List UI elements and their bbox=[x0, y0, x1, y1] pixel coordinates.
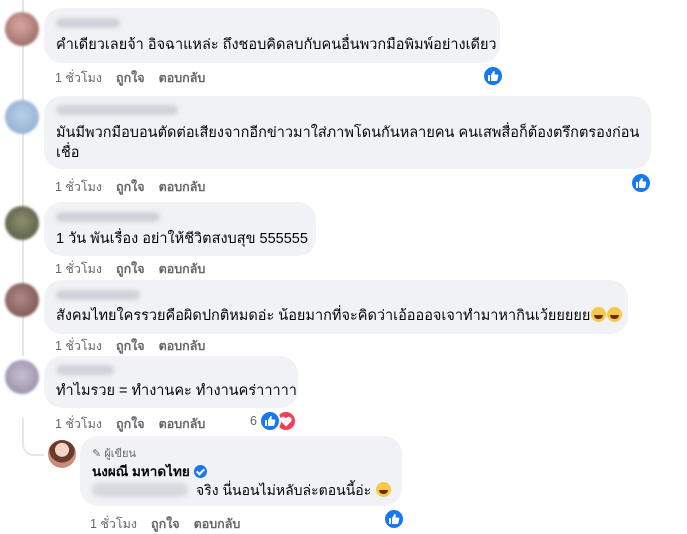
pencil-icon: ✎ bbox=[92, 448, 102, 460]
comment-text: เชื่อ bbox=[56, 145, 80, 161]
tagged-name-blurred[interactable] bbox=[92, 483, 188, 497]
comment-actions: 1 ชั่วโมง ถูกใจ ตอบกลับ bbox=[55, 414, 219, 434]
avatar[interactable] bbox=[5, 283, 39, 317]
comment-text: คำเดียวเลยจ้า อิจฉาแหล่ะ ถึงชอบคิดลบกับค… bbox=[56, 37, 497, 53]
avatar[interactable] bbox=[5, 206, 39, 240]
like-button[interactable]: ถูกใจ bbox=[116, 71, 145, 85]
like-button[interactable]: ถูกใจ bbox=[151, 517, 180, 531]
grinning-squinting-emoji bbox=[607, 307, 623, 322]
reply-text: จริง นี่นอนไม่หลับล่ะตอนนี้อ่ะ bbox=[92, 479, 392, 501]
comment-text: ทำไมรวย = ทำงานคะ ทำงานคร่าาาาา bbox=[56, 383, 297, 399]
comment-bubble: 1 วัน พันเรื่อง อย่าให้ชีวิตสงบสุข 55555… bbox=[44, 202, 316, 256]
author-name-blurred[interactable] bbox=[56, 365, 114, 375]
like-button[interactable]: ถูกใจ bbox=[116, 262, 145, 276]
reaction-count[interactable]: 6 bbox=[250, 414, 257, 428]
author-name-blurred[interactable] bbox=[56, 212, 160, 222]
reply-bubble: ✎ ผู้เขียน นงผณี มหาดไทย จริง นี่นอนไม่ห… bbox=[80, 436, 402, 506]
like-icon[interactable] bbox=[259, 410, 281, 432]
author-badge-label: ผู้เขียน bbox=[104, 448, 136, 460]
comment-bubble: คำเดียวเลยจ้า อิจฉาแหล่ะ ถึงชอบคิดลบกับค… bbox=[44, 8, 500, 63]
reply-actions: 1 ชั่วโมง ถูกใจ ตอบกลับ bbox=[90, 514, 254, 534]
comment-text: สังคมไทยใครรวยคือผิดปกติหมดอ่ะ น้อยมากที… bbox=[56, 305, 623, 327]
verified-badge-icon bbox=[193, 465, 207, 478]
comment-bubble: สังคมไทยใครรวยคือผิดปกติหมดอ่ะ น้อยมากที… bbox=[44, 280, 628, 334]
reply-button[interactable]: ตอบกลับ bbox=[159, 180, 206, 194]
comment-text: 1 วัน พันเรื่อง อย่าให้ชีวิตสงบสุข 55555… bbox=[56, 231, 308, 247]
avatar[interactable] bbox=[5, 100, 39, 134]
comment-actions: 1 ชั่วโมง ถูกใจ ตอบกลับ bbox=[55, 336, 219, 356]
author-avatar[interactable] bbox=[48, 440, 76, 468]
avatar[interactable] bbox=[5, 360, 39, 394]
grinning-squinting-emoji bbox=[591, 307, 607, 322]
like-button[interactable]: ถูกใจ bbox=[116, 339, 145, 353]
reply-button[interactable]: ตอบกลับ bbox=[159, 417, 206, 431]
avatar[interactable] bbox=[5, 12, 39, 46]
reply-button[interactable]: ตอบกลับ bbox=[194, 517, 241, 531]
comment-time[interactable]: 1 ชั่วโมง bbox=[55, 262, 102, 276]
like-button[interactable]: ถูกใจ bbox=[116, 417, 145, 431]
comment-time[interactable]: 1 ชั่วโมง bbox=[55, 180, 102, 194]
comment-bubble: ทำไมรวย = ทำงานคะ ทำงานคร่าาาาา bbox=[44, 356, 298, 408]
like-button[interactable]: ถูกใจ bbox=[116, 180, 145, 194]
author-name-blurred[interactable] bbox=[56, 105, 178, 115]
comment-time[interactable]: 1 ชั่วโมง bbox=[55, 417, 102, 431]
comment-time[interactable]: 1 ชั่วโมง bbox=[55, 339, 102, 353]
reply-text-content: จริง นี่นอนไม่หลับล่ะตอนนี้อ่ะ bbox=[196, 482, 372, 498]
comment-actions: 1 ชั่วโมง ถูกใจ ตอบกลับ bbox=[55, 259, 219, 279]
author-name-blurred[interactable] bbox=[56, 18, 120, 28]
comment-bubble: มันมีพวกมือบอนตัดต่อเสียงจากอีกข่าวมาใส่… bbox=[44, 96, 651, 169]
rolling-laughing-emoji bbox=[376, 482, 392, 497]
comment-actions: 1 ชั่วโมง ถูกใจ ตอบกลับ bbox=[55, 68, 219, 88]
reply-button[interactable]: ตอบกลับ bbox=[159, 339, 206, 353]
reply-button[interactable]: ตอบกลับ bbox=[159, 71, 206, 85]
comment-text: มันมีพวกมือบอนตัดต่อเสียงจากอีกข่าวมาใส่… bbox=[56, 125, 640, 141]
thread-elbow bbox=[22, 418, 44, 456]
like-icon[interactable] bbox=[630, 172, 652, 194]
like-icon[interactable] bbox=[383, 508, 405, 530]
author-name-blurred[interactable] bbox=[56, 290, 140, 300]
author-name[interactable]: นงผณี มหาดไทย bbox=[92, 464, 190, 479]
comment-time[interactable]: 1 ชั่วโมง bbox=[55, 71, 102, 85]
reply-button[interactable]: ตอบกลับ bbox=[159, 262, 206, 276]
comment-text-content: สังคมไทยใครรวยคือผิดปกติหมดอ่ะ น้อยมากที… bbox=[56, 308, 591, 324]
comment-actions: 1 ชั่วโมง ถูกใจ ตอบกลับ bbox=[55, 177, 219, 197]
reply-time[interactable]: 1 ชั่วโมง bbox=[90, 517, 137, 531]
like-icon[interactable] bbox=[482, 65, 504, 87]
